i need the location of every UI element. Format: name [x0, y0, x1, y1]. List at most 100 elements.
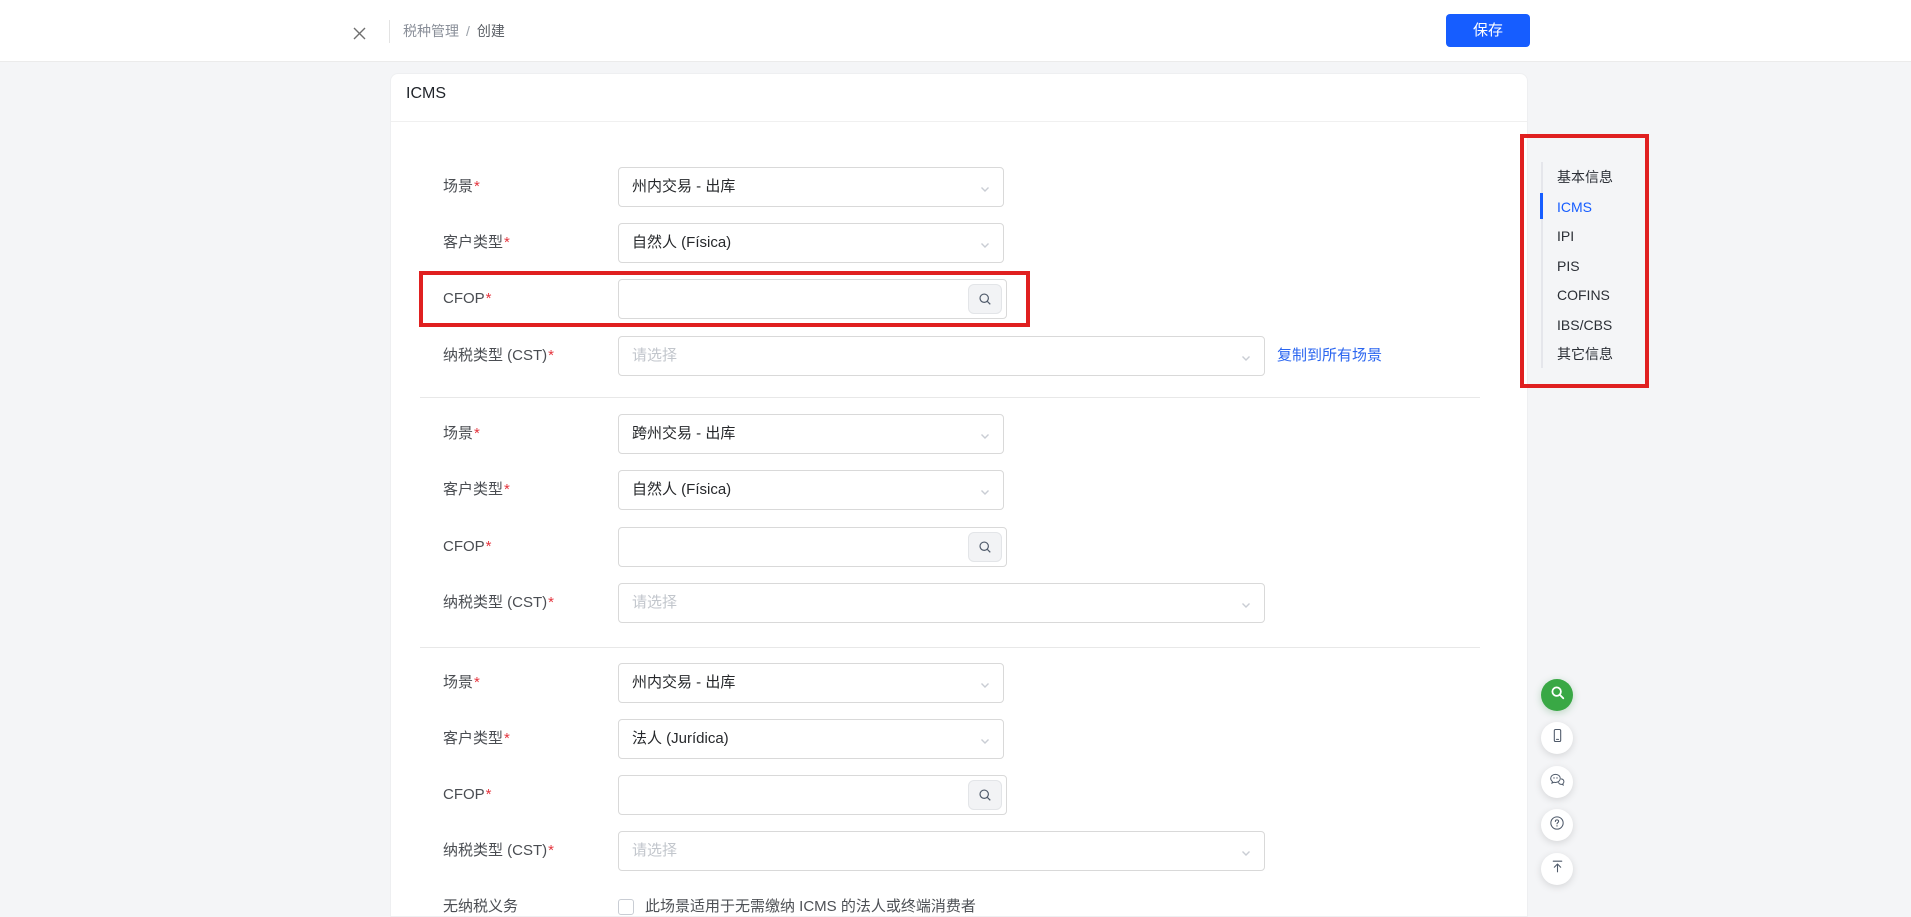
search-button[interactable] — [968, 284, 1002, 314]
float-chat-button[interactable] — [1541, 766, 1573, 798]
required-mark: * — [474, 425, 480, 442]
cfop-row: CFOP* — [0, 279, 1911, 319]
scene-select-value: 州内交易 - 出库 — [632, 664, 735, 702]
nav-item-cofins[interactable]: COFINS — [1557, 281, 1613, 311]
chevron-down-icon — [979, 485, 991, 503]
customer-type-row: 客户类型* 法人 (Jurídica) — [0, 719, 1911, 759]
breadcrumb-current: 创建 — [477, 21, 505, 41]
cfop-input[interactable] — [619, 776, 1006, 814]
scene-select[interactable]: 州内交易 - 出库 — [618, 167, 1004, 207]
scene-row: 场景* 州内交易 - 出库 — [0, 167, 1911, 207]
anchor-active-indicator — [1540, 193, 1543, 219]
section-title: ICMS — [406, 85, 446, 103]
cfop-input[interactable] — [619, 528, 1006, 566]
anchor-nav: 基本信息 ICMS IPI PIS COFINS IBS/CBS 其它信息 — [1557, 163, 1613, 370]
close-icon[interactable] — [348, 22, 370, 44]
cfop-input[interactable] — [619, 280, 1006, 318]
scene-select[interactable]: 州内交易 - 出库 — [618, 663, 1004, 703]
float-help-button[interactable] — [1541, 809, 1573, 841]
cfop-input-wrap — [618, 527, 1007, 567]
scene-row: 场景* 跨州交易 - 出库 — [0, 414, 1911, 454]
required-mark: * — [474, 674, 480, 691]
nav-item-basic-info[interactable]: 基本信息 — [1557, 163, 1613, 193]
scene-select[interactable]: 跨州交易 - 出库 — [618, 414, 1004, 454]
cst-label: 纳税类型 (CST)* — [443, 336, 554, 376]
required-mark: * — [486, 538, 492, 555]
nav-item-pis[interactable]: PIS — [1557, 252, 1613, 282]
required-mark: * — [486, 290, 492, 307]
nav-item-other-info[interactable]: 其它信息 — [1557, 340, 1613, 370]
cst-label: 纳税类型 (CST)* — [443, 831, 554, 871]
chevron-down-icon — [1240, 598, 1252, 616]
customer-type-label: 客户类型* — [443, 470, 510, 510]
breadcrumb: 税种管理 / 创建 — [403, 0, 505, 62]
required-mark: * — [474, 178, 480, 195]
chevron-down-icon — [1240, 846, 1252, 864]
required-mark: * — [548, 594, 554, 611]
search-button[interactable] — [968, 532, 1002, 562]
cfop-input-wrap — [618, 279, 1007, 319]
customer-type-select[interactable]: 自然人 (Física) — [618, 223, 1004, 263]
required-mark: * — [486, 786, 492, 803]
cfop-input-wrap — [618, 775, 1007, 815]
customer-type-select-value: 法人 (Jurídica) — [632, 720, 729, 758]
required-mark: * — [504, 481, 510, 498]
required-mark: * — [504, 234, 510, 251]
customer-type-row: 客户类型* 自然人 (Física) — [0, 223, 1911, 263]
customer-type-row: 客户类型* 自然人 (Física) — [0, 470, 1911, 510]
no-tax-checkbox[interactable] — [618, 899, 634, 915]
float-search-button[interactable] — [1541, 679, 1573, 711]
float-mobile-button[interactable] — [1541, 722, 1573, 754]
scene-label: 场景* — [443, 663, 480, 703]
customer-type-select-value: 自然人 (Física) — [632, 471, 731, 509]
required-mark: * — [548, 842, 554, 859]
chevron-down-icon — [979, 678, 991, 696]
search-icon — [1549, 684, 1566, 706]
chat-icon — [1548, 771, 1566, 794]
cst-select-placeholder: 请选择 — [632, 832, 677, 870]
chevron-down-icon — [979, 238, 991, 256]
smartphone-icon — [1549, 727, 1566, 749]
header-bar: 税种管理 / 创建 保存 — [0, 0, 1911, 62]
cst-label: 纳税类型 (CST)* — [443, 583, 554, 623]
breadcrumb-parent[interactable]: 税种管理 — [403, 21, 459, 41]
cfop-row: CFOP* — [0, 775, 1911, 815]
nav-item-ipi[interactable]: IPI — [1557, 222, 1613, 252]
cst-select[interactable]: 请选择 — [618, 831, 1265, 871]
cst-select[interactable]: 请选择 — [618, 583, 1265, 623]
copy-to-all-scenes-link[interactable]: 复制到所有场景 — [1277, 336, 1382, 376]
customer-type-select[interactable]: 法人 (Jurídica) — [618, 719, 1004, 759]
nav-item-ibs-cbs[interactable]: IBS/CBS — [1557, 311, 1613, 341]
search-button[interactable] — [968, 780, 1002, 810]
chevron-down-icon — [979, 182, 991, 200]
back-to-top-icon — [1549, 858, 1566, 880]
cst-select-placeholder: 请选择 — [632, 584, 677, 622]
cfop-label: CFOP* — [443, 527, 492, 567]
cst-row: 纳税类型 (CST)* 请选择 复制到所有场景 — [0, 336, 1911, 376]
no-tax-checkbox-text[interactable]: 此场景适用于无需缴纳 ICMS 的法人或终端消费者 — [645, 887, 976, 917]
breadcrumb-separator: / — [466, 23, 470, 39]
nav-item-icms[interactable]: ICMS — [1557, 193, 1613, 223]
scene-select-value: 跨州交易 - 出库 — [632, 415, 735, 453]
float-back-to-top-button[interactable] — [1541, 853, 1573, 885]
customer-type-label: 客户类型* — [443, 223, 510, 263]
customer-type-select[interactable]: 自然人 (Física) — [618, 470, 1004, 510]
customer-type-select-value: 自然人 (Física) — [632, 224, 731, 262]
scene-label: 场景* — [443, 414, 480, 454]
cst-select-placeholder: 请选择 — [632, 337, 677, 375]
group-divider — [420, 397, 1480, 398]
cst-row: 纳税类型 (CST)* 请选择 — [0, 831, 1911, 871]
chevron-down-icon — [979, 734, 991, 752]
question-icon — [1548, 814, 1566, 837]
cst-select[interactable]: 请选择 — [618, 336, 1265, 376]
no-tax-row: 无纳税义务 此场景适用于无需缴纳 ICMS 的法人或终端消费者 — [0, 887, 1911, 917]
customer-type-label: 客户类型* — [443, 719, 510, 759]
chevron-down-icon — [1240, 351, 1252, 369]
cfop-row: CFOP* — [0, 527, 1911, 567]
save-button[interactable]: 保存 — [1446, 14, 1530, 47]
no-tax-label: 无纳税义务 — [443, 887, 518, 917]
chevron-down-icon — [979, 429, 991, 447]
section-title-divider — [391, 121, 1527, 122]
scene-label: 场景* — [443, 167, 480, 207]
group-divider — [420, 647, 1480, 648]
